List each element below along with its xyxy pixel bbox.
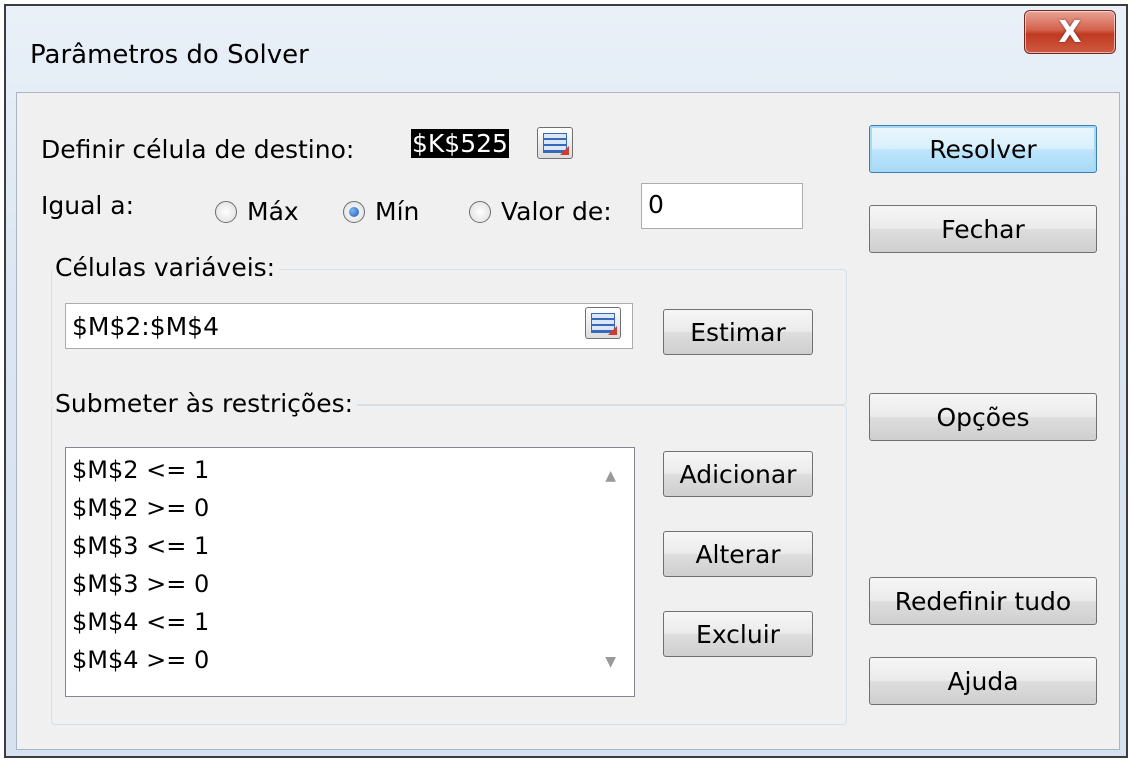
- equal-to-label: Igual a:: [41, 191, 135, 220]
- solve-button[interactable]: Resolver: [869, 125, 1097, 173]
- help-button[interactable]: Ajuda: [869, 657, 1097, 705]
- target-cell-input[interactable]: $K$525: [409, 123, 533, 163]
- close-dialog-button[interactable]: Fechar: [869, 205, 1097, 253]
- list-item[interactable]: $M$4 >= 0: [72, 646, 209, 674]
- radio-min[interactable]: [343, 201, 365, 223]
- range-selector-icon: [591, 313, 617, 335]
- target-range-selector-button[interactable]: [537, 127, 573, 159]
- variable-cells-legend: Células variáveis:: [53, 253, 280, 282]
- variable-cells-input[interactable]: $M$2:$M$4: [65, 303, 633, 349]
- list-item[interactable]: $M$3 <= 1: [72, 532, 209, 560]
- close-button[interactable]: X: [1024, 10, 1116, 54]
- value-of-text: 0: [648, 190, 664, 219]
- radio-min-label[interactable]: Mín: [375, 197, 419, 226]
- list-item[interactable]: $M$3 >= 0: [72, 570, 209, 598]
- target-cell-label: Definir célula de destino:: [41, 135, 355, 164]
- estimate-button[interactable]: Estimar: [663, 309, 813, 355]
- scroll-down-arrow-icon[interactable]: ▼: [605, 654, 616, 670]
- constraints-listbox[interactable]: $M$2 <= 1 $M$2 >= 0 $M$3 <= 1 $M$3 >= 0 …: [65, 447, 635, 697]
- delete-constraint-button[interactable]: Excluir: [663, 611, 813, 657]
- change-constraint-button[interactable]: Alterar: [663, 531, 813, 577]
- options-button[interactable]: Opções: [869, 393, 1097, 441]
- close-icon: X: [1058, 14, 1082, 50]
- list-item[interactable]: $M$2 >= 0: [72, 494, 209, 522]
- scroll-up-arrow-icon[interactable]: ▲: [605, 468, 616, 484]
- radio-max[interactable]: [215, 201, 237, 223]
- add-constraint-button[interactable]: Adicionar: [663, 451, 813, 497]
- constraints-legend: Submeter às restrições:: [53, 389, 358, 418]
- value-of-input[interactable]: 0: [641, 183, 803, 229]
- variable-cells-value: $M$2:$M$4: [72, 311, 219, 341]
- radio-value-of[interactable]: [469, 201, 491, 223]
- variable-range-selector-button[interactable]: [585, 307, 621, 339]
- dialog-body: Definir célula de destino: $K$525 Igual …: [16, 92, 1120, 750]
- target-cell-value: $K$525: [411, 128, 509, 158]
- reset-all-button[interactable]: Redefinir tudo: [869, 577, 1097, 625]
- solver-dialog: Parâmetros do Solver X Definir célula de…: [4, 4, 1128, 758]
- dialog-title: Parâmetros do Solver: [30, 40, 309, 70]
- list-item[interactable]: $M$2 <= 1: [72, 456, 209, 484]
- radio-max-label[interactable]: Máx: [247, 197, 299, 226]
- radio-value-of-label[interactable]: Valor de:: [501, 197, 612, 226]
- range-selector-icon: [543, 133, 569, 155]
- list-item[interactable]: $M$4 <= 1: [72, 608, 209, 636]
